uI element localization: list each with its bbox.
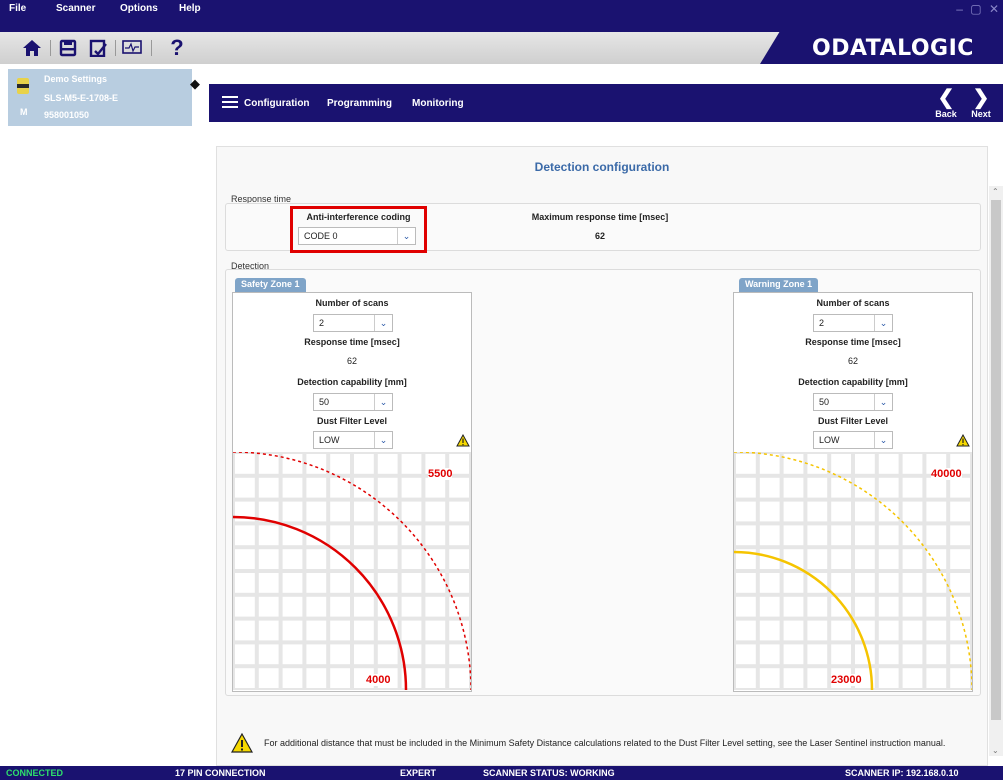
warning-dust-value: LOW	[819, 435, 840, 445]
warning-scans-label: Number of scans	[816, 298, 890, 308]
safety-outer-distance: 5500	[428, 468, 453, 480]
safety-scans-value: 2	[319, 318, 325, 328]
scrollbar-thumb[interactable]	[991, 200, 1001, 720]
window-controls: – ▢ ✕	[952, 2, 999, 16]
safety-capability-value: 50	[319, 397, 330, 407]
warning-triangle-icon	[456, 433, 470, 450]
help-icon[interactable]: ?	[165, 35, 189, 60]
safety-dust-label: Dust Filter Level	[316, 416, 388, 426]
warning-capability-select[interactable]: 50 ⌄	[813, 393, 893, 411]
edit-document-icon[interactable]	[86, 36, 110, 60]
safety-dust-select[interactable]: LOW ⌄	[313, 431, 393, 449]
minimize-button[interactable]: –	[956, 2, 963, 16]
navigation-bar: Configuration Programming Monitoring ❮ B…	[209, 84, 1003, 122]
close-button[interactable]: ✕	[989, 2, 999, 16]
scanner-device-icon	[16, 76, 30, 96]
max-response-time-label: Maximum response time [msec]	[531, 212, 669, 222]
menu-options[interactable]: Options	[120, 3, 158, 14]
chevron-down-icon: ⌄	[374, 315, 392, 331]
safety-zone-field-diagram	[233, 452, 471, 690]
warning-dust-label: Dust Filter Level	[817, 416, 889, 426]
chevron-down-icon: ⌄	[374, 432, 392, 448]
scroll-down-icon[interactable]: ⌄	[992, 746, 999, 755]
device-card[interactable]: Demo Settings SLS-M5-E-1708-E M 95800105…	[8, 69, 192, 126]
back-button[interactable]: ❮ Back	[931, 87, 961, 119]
warning-response-value: 62	[847, 356, 858, 366]
max-response-time-value: 62	[594, 231, 605, 241]
monitor-icon[interactable]	[120, 36, 144, 60]
home-icon[interactable]	[20, 36, 44, 60]
status-user-level: EXPERT	[400, 768, 437, 778]
safety-capability-select[interactable]: 50 ⌄	[313, 393, 393, 411]
warning-scans-select[interactable]: 2 ⌄	[813, 314, 893, 332]
device-panel: Demo Settings SLS-M5-E-1708-E M 95800105…	[0, 64, 215, 766]
status-bar: CONNECTED 17 PIN CONNECTION EXPERT SCANN…	[0, 766, 1003, 780]
back-label: Back	[935, 109, 957, 119]
dust-filter-note: For additional distance that must be inc…	[264, 738, 946, 748]
chevron-right-icon: ❯	[972, 87, 990, 109]
device-name: Demo Settings	[44, 74, 108, 84]
status-connected: CONNECTED	[6, 768, 64, 778]
menu-scanner[interactable]: Scanner	[56, 3, 95, 14]
next-button[interactable]: ❯ Next	[966, 87, 996, 119]
warning-capability-value: 50	[819, 397, 830, 407]
warning-capability-label: Detection capability [mm]	[798, 377, 908, 387]
nav-programming[interactable]: Programming	[327, 98, 392, 109]
hamburger-menu-icon[interactable]	[222, 96, 238, 108]
safety-capability-label: Detection capability [mm]	[297, 377, 407, 387]
menu-bar: File Scanner Options Help – ▢ ✕	[0, 0, 1003, 32]
device-serial: 958001050	[44, 110, 90, 120]
safety-scans-select[interactable]: 2 ⌄	[313, 314, 393, 332]
menu-help[interactable]: Help	[179, 3, 201, 14]
nav-configuration[interactable]: Configuration	[244, 98, 310, 109]
save-icon[interactable]	[56, 36, 80, 60]
warning-response-label: Response time [msec]	[805, 337, 901, 347]
note-warning-icon	[230, 732, 254, 756]
scroll-up-icon[interactable]: ⌃	[992, 187, 999, 196]
status-ip: SCANNER IP: 192.168.0.10	[845, 768, 959, 778]
nav-monitoring[interactable]: Monitoring	[412, 98, 464, 109]
menu-file[interactable]: File	[9, 3, 26, 14]
warning-zone-field-diagram	[734, 452, 972, 690]
warning-inner-distance: 23000	[831, 674, 862, 686]
warning-scans-value: 2	[819, 318, 825, 328]
warning-dust-select[interactable]: LOW ⌄	[813, 431, 893, 449]
chevron-down-icon: ⌄	[874, 394, 892, 410]
chevron-down-icon: ⌄	[874, 432, 892, 448]
device-badge: M	[20, 107, 28, 117]
safety-scans-label: Number of scans	[315, 298, 389, 308]
tab-safety-zone-1[interactable]: Safety Zone 1	[235, 278, 306, 292]
vertical-scrollbar[interactable]: ⌃ ⌄	[989, 186, 1003, 756]
safety-dust-value: LOW	[319, 435, 340, 445]
device-model: SLS-M5-E-1708-E	[44, 93, 119, 103]
chevron-down-icon: ⌄	[874, 315, 892, 331]
chevron-down-icon: ⌄	[374, 394, 392, 410]
safety-inner-distance: 4000	[366, 674, 391, 686]
chevron-left-icon: ❮	[937, 87, 955, 109]
safety-response-label: Response time [msec]	[304, 337, 400, 347]
collapse-panel-icon[interactable]: ◆	[190, 76, 200, 92]
status-scanner: SCANNER STATUS: WORKING	[483, 768, 615, 778]
warning-triangle-icon	[956, 433, 970, 450]
safety-response-value: 62	[346, 356, 357, 366]
highlight-annotation	[290, 206, 427, 253]
restore-button[interactable]: ▢	[970, 2, 981, 16]
next-label: Next	[971, 109, 991, 119]
page-title: Detection configuration	[534, 160, 670, 174]
warning-outer-distance: 40000	[931, 468, 962, 480]
datalogic-logo: ODATALOGIC	[812, 36, 974, 61]
tab-warning-zone-1[interactable]: Warning Zone 1	[739, 278, 819, 292]
status-connection-type: 17 PIN CONNECTION	[175, 768, 266, 778]
